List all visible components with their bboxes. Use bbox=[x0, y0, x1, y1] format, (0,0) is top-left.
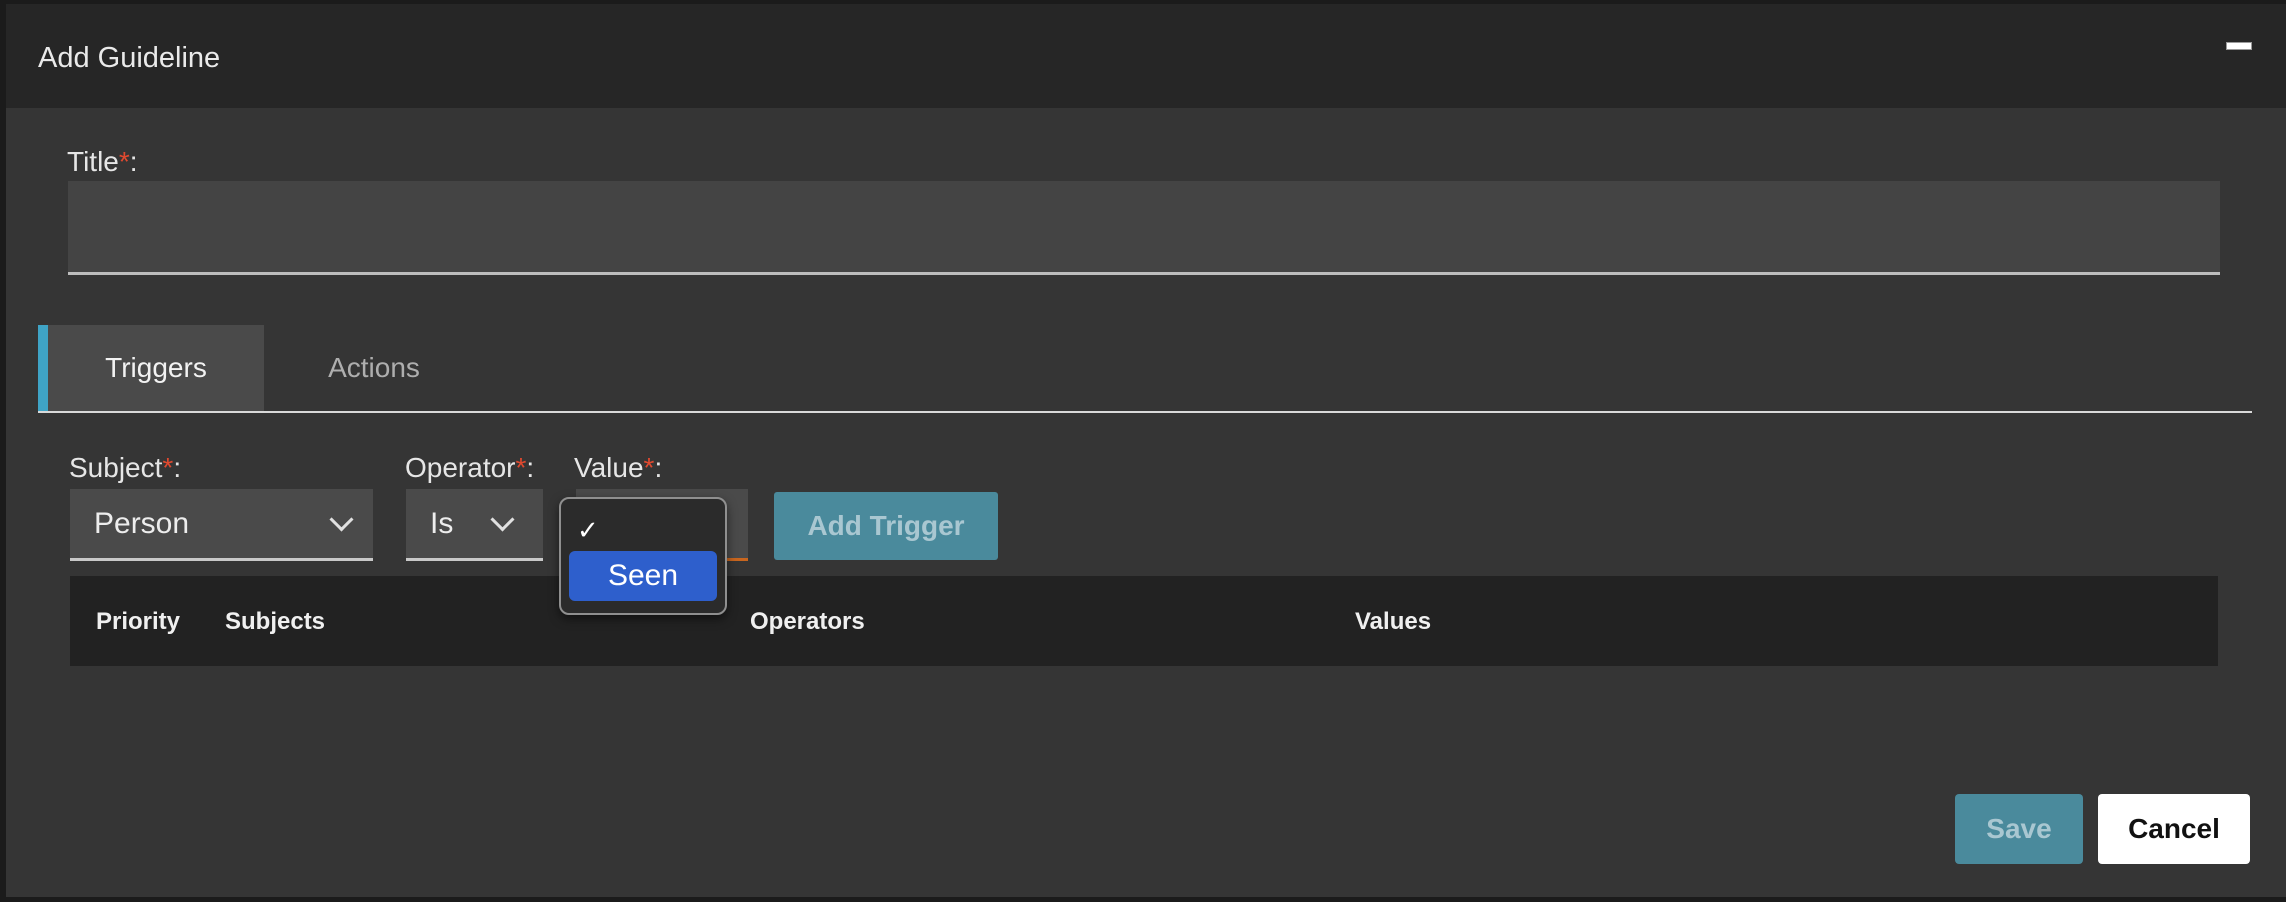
dropdown-option-seen[interactable]: Seen bbox=[569, 551, 717, 601]
chevron-down-icon bbox=[329, 507, 354, 532]
value-dropdown-menu: ✓ Seen bbox=[559, 497, 727, 615]
minimize-icon[interactable] bbox=[2224, 38, 2254, 52]
tab-triggers[interactable]: Triggers bbox=[38, 325, 264, 411]
dialog-header: Add Guideline bbox=[6, 4, 2286, 108]
required-mark: * bbox=[118, 146, 130, 177]
tab-actions[interactable]: Actions bbox=[264, 325, 484, 411]
title-input[interactable] bbox=[68, 181, 2220, 275]
checkmark-icon: ✓ bbox=[577, 515, 599, 545]
column-header-values: Values bbox=[1355, 608, 1432, 635]
cancel-button[interactable]: Cancel bbox=[2098, 794, 2250, 864]
column-header-priority: Priority bbox=[96, 608, 181, 635]
save-button[interactable]: Save bbox=[1955, 794, 2083, 864]
title-label: Title*: bbox=[67, 146, 138, 177]
add-guideline-dialog: Add Guideline Title*: Triggers Actions S… bbox=[6, 4, 2286, 897]
tab-actions-label: Actions bbox=[328, 352, 420, 383]
subject-select[interactable]: Person bbox=[70, 489, 373, 561]
value-label: Value*: bbox=[574, 452, 663, 483]
operator-select-value: Is bbox=[430, 506, 454, 540]
tab-triggers-label: Triggers bbox=[105, 352, 207, 383]
subject-select-value: Person bbox=[94, 506, 190, 540]
tabs-divider bbox=[38, 411, 2252, 413]
triggers-table-header: Priority Subjects Operators Values bbox=[70, 576, 2218, 666]
add-trigger-button[interactable]: Add Trigger bbox=[774, 492, 998, 560]
operator-select[interactable]: Is bbox=[406, 489, 543, 561]
subject-label: Subject*: bbox=[69, 452, 182, 483]
column-header-subjects: Subjects bbox=[225, 608, 326, 635]
column-header-operators: Operators bbox=[750, 608, 865, 635]
operator-label: Operator*: bbox=[405, 452, 535, 483]
chevron-down-icon bbox=[490, 507, 515, 532]
dialog-title: Add Guideline bbox=[38, 42, 221, 74]
